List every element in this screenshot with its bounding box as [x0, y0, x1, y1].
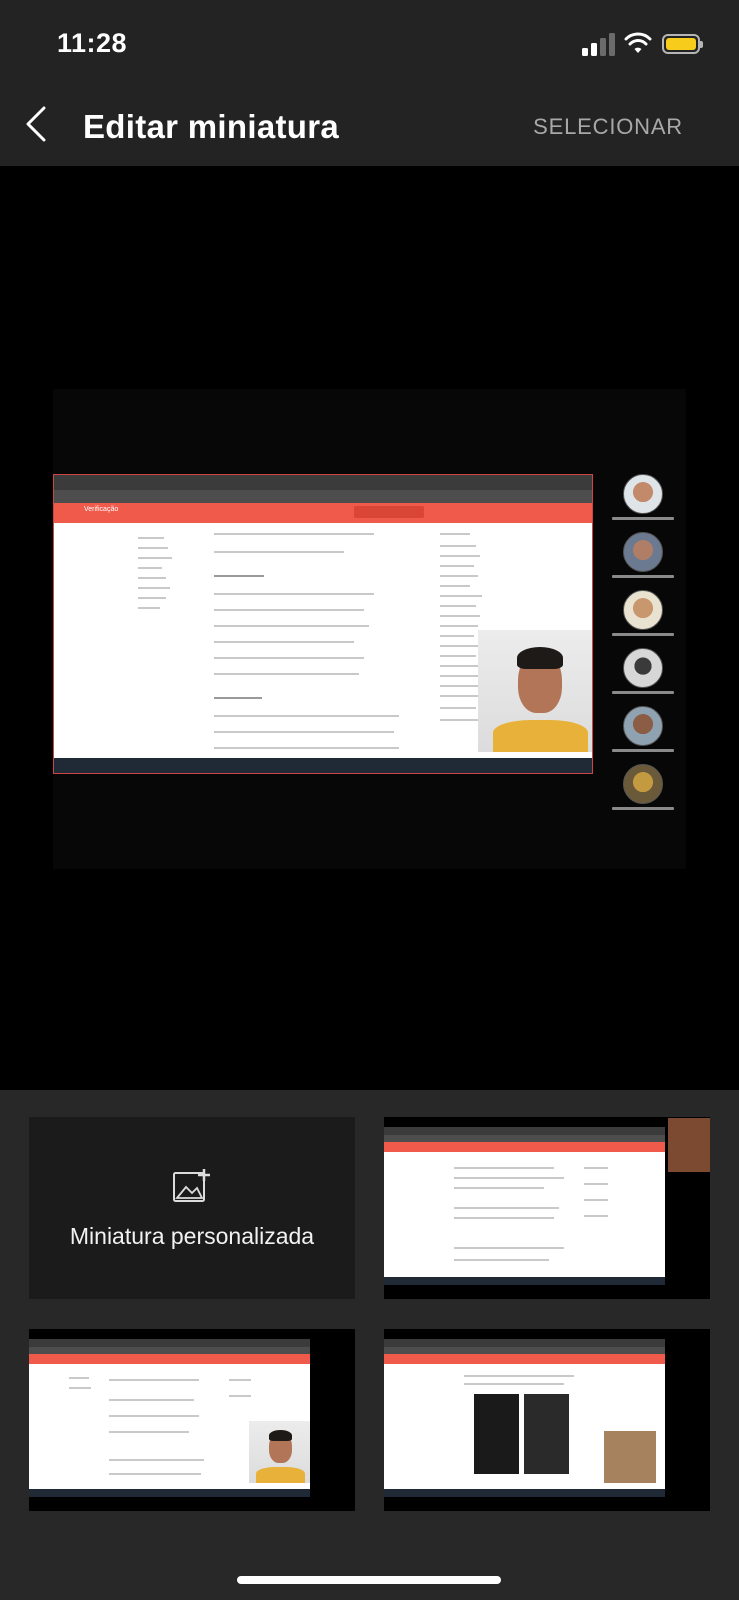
participant-list — [612, 474, 674, 822]
status-time: 11:28 — [57, 28, 128, 58]
add-image-icon — [173, 1169, 210, 1202]
thumbnail-preview: Verificação — [0, 166, 739, 1090]
wifi-icon — [624, 32, 652, 53]
thumbnail-option[interactable] — [384, 1117, 710, 1299]
custom-thumbnail-label: Miniatura personalizada — [69, 1223, 315, 1249]
preview-app-label: Verificação — [84, 506, 119, 514]
preview-screenshot: Verificação — [53, 474, 593, 774]
custom-thumbnail-button[interactable]: Miniatura personalizada — [29, 1117, 355, 1299]
header: Editar miniatura SELECIONAR — [0, 88, 739, 166]
page-title: Editar miniatura — [83, 108, 340, 145]
signal-icon — [582, 32, 618, 56]
thumbnail-option[interactable] — [384, 1329, 710, 1511]
chevron-left-icon[interactable] — [20, 102, 60, 146]
battery-icon — [662, 34, 703, 54]
home-indicator — [237, 1576, 501, 1584]
thumbnail-grid: Miniatura personalizada — [0, 1090, 739, 1600]
thumbnail-option[interactable] — [29, 1329, 355, 1511]
select-button[interactable]: SELECIONAR — [533, 114, 683, 140]
camera-feed — [478, 630, 592, 752]
status-bar: 11:28 — [0, 0, 739, 88]
preview-frame: Verificação — [53, 389, 686, 869]
